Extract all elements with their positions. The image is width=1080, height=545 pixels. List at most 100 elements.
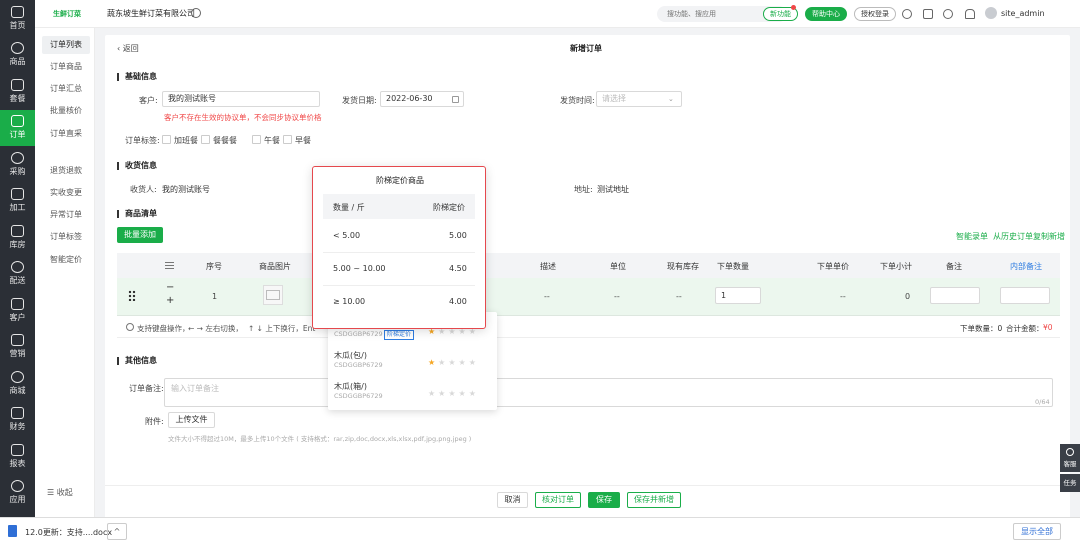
cart-icon xyxy=(11,151,24,164)
subnav-item[interactable]: 实收变更 xyxy=(42,184,90,202)
nav-item-finance[interactable]: 财务 xyxy=(0,402,35,438)
tier-divider xyxy=(323,285,475,286)
nav-item-apps[interactable]: 应用 xyxy=(0,475,35,511)
switch-company-icon[interactable] xyxy=(191,8,201,18)
calendar-icon[interactable] xyxy=(452,96,459,103)
tag-label: 午餐 xyxy=(264,136,280,145)
dropdown-product-code: CSDGGBP6729 xyxy=(334,330,383,338)
cancel-button[interactable]: 取消 xyxy=(497,492,528,508)
bag-icon xyxy=(11,42,24,54)
page-title: 新增订单 xyxy=(570,44,602,53)
back-button[interactable]: ‹ 返回 xyxy=(117,43,139,54)
subnav-item[interactable]: 订单商品 xyxy=(42,58,90,76)
compass-icon[interactable] xyxy=(943,9,953,19)
remove-row-icon[interactable]: − xyxy=(166,282,174,293)
subnav-item[interactable]: 订单汇总 xyxy=(42,80,90,98)
tag-checkbox[interactable] xyxy=(283,135,292,144)
address-value: 测试地址 xyxy=(597,185,629,194)
show-all-button[interactable]: 显示全部 xyxy=(1013,523,1061,540)
subnav-item[interactable]: 批量核价 xyxy=(42,102,90,120)
row-remark-input[interactable] xyxy=(930,287,980,304)
download-file-name[interactable]: 12.0更新：支持....docx xyxy=(25,527,112,538)
username[interactable]: site_admin xyxy=(1001,9,1045,18)
remark-counter: 0/64 xyxy=(1035,398,1050,406)
tag-checkbox[interactable] xyxy=(201,135,210,144)
help-center-button[interactable]: 帮助中心 xyxy=(805,7,847,21)
subnav-item[interactable]: 异常订单 xyxy=(42,206,90,224)
tag-checkbox[interactable] xyxy=(162,135,171,144)
row-qty-input[interactable]: 1 xyxy=(715,287,761,304)
copy-history-link[interactable]: 从历史订单复制新增 xyxy=(993,231,1065,242)
row-internal-remark-input[interactable] xyxy=(1000,287,1050,304)
attachment-label: 附件: xyxy=(145,417,164,426)
tag-label: 早餐 xyxy=(295,136,311,145)
subnav-item[interactable]: 订单列表 xyxy=(42,36,90,54)
customer-service-widget[interactable]: 客服 xyxy=(1060,444,1080,472)
collapse-nav-button[interactable]: ☰ 收起 xyxy=(39,484,87,502)
chevron-down-icon[interactable]: ⌄ xyxy=(668,95,674,103)
dropdown-product-name[interactable]: 木瓜(箱/) xyxy=(334,381,367,392)
report-icon xyxy=(11,443,24,456)
nav-item-process[interactable]: 加工 xyxy=(0,183,35,219)
dropdown-product-name[interactable]: 木瓜(包/) xyxy=(334,350,367,361)
smart-order-link[interactable]: 智能录单 xyxy=(956,231,988,242)
bell-icon[interactable] xyxy=(965,9,975,19)
nav-label: 配送 xyxy=(9,276,26,285)
table-row xyxy=(117,278,1060,316)
col-subtotal: 下单小计 xyxy=(880,262,912,271)
batch-add-button[interactable]: 批量添加 xyxy=(117,227,163,243)
col-qty: 下单数量 xyxy=(717,262,749,271)
row-seq: 1 xyxy=(212,292,218,301)
order-tags-label: 订单标签: xyxy=(125,136,160,145)
subnav-item[interactable]: 订单标签 xyxy=(42,228,90,246)
list-settings-icon[interactable] xyxy=(165,262,174,269)
save-and-new-button[interactable]: 保存并新增 xyxy=(627,492,681,508)
upload-file-button[interactable]: 上传文件 xyxy=(168,412,215,428)
company-name[interactable]: 蔬东坡生鲜订菜有限公司 xyxy=(107,8,195,19)
popover-col-qty: 数量 / 斤 xyxy=(333,203,365,212)
nav-item-home[interactable]: 首页 xyxy=(0,0,35,36)
search-input[interactable] xyxy=(657,6,757,22)
nav-item-report[interactable]: 报表 xyxy=(0,438,35,474)
save-button[interactable]: 保存 xyxy=(588,492,620,508)
nav-item-marketing[interactable]: 营销 xyxy=(0,329,35,365)
nav-label: 商品 xyxy=(9,57,26,66)
nav-item-delivery[interactable]: 配送 xyxy=(0,256,35,292)
tiered-price-popover: 阶梯定价商品 数量 / 斤 阶梯定价 < 5.00 5.00 5.00 ~ 10.0… xyxy=(312,166,486,329)
mall-icon xyxy=(11,370,24,383)
order-remark-textarea[interactable]: 输入订单备注 xyxy=(164,378,1053,407)
nav-item-package[interactable]: 套餐 xyxy=(0,73,35,109)
col-remark: 备注 xyxy=(946,262,962,271)
customer-input[interactable]: 我的测试账号 xyxy=(162,91,320,107)
row-unit: -- xyxy=(614,292,620,301)
subnav-item[interactable]: 订单直采 xyxy=(42,125,90,143)
auth-login-button[interactable]: 授权登录 xyxy=(854,7,896,21)
avatar[interactable] xyxy=(985,7,997,19)
add-row-icon[interactable]: + xyxy=(166,295,174,306)
tag-checkbox[interactable] xyxy=(252,135,261,144)
nav-item-mall[interactable]: 商城 xyxy=(0,365,35,401)
app-icon[interactable] xyxy=(923,9,933,19)
nav-item-bag[interactable]: 商品 xyxy=(0,37,35,73)
nav-item-cart[interactable]: 采购 xyxy=(0,146,35,182)
rating-stars: ★★★★★ xyxy=(428,358,479,367)
subnav-item[interactable]: 智能定价 xyxy=(42,251,90,269)
nav-item-customer[interactable]: 客户 xyxy=(0,292,35,328)
video-icon[interactable] xyxy=(902,9,912,19)
address-label: 地址: xyxy=(574,185,593,194)
chevron-up-icon[interactable]: ^ xyxy=(107,523,127,540)
drag-handle-icon[interactable] xyxy=(128,290,136,301)
nav-item-order[interactable]: 订单 xyxy=(0,109,35,146)
tier-divider xyxy=(323,252,475,253)
tiered-price-tag[interactable]: 阶梯定价 xyxy=(384,330,415,340)
task-widget[interactable]: 任务 xyxy=(1060,474,1080,492)
collapse-label: 收起 xyxy=(56,488,73,497)
col-internal-remark[interactable]: 内部备注 xyxy=(1010,261,1042,272)
receiver-label: 收货人: xyxy=(130,185,157,194)
keyboard-hint-2: ← → 左右切换， xyxy=(188,324,243,333)
subnav-item[interactable]: 退货退款 xyxy=(42,162,90,180)
process-icon xyxy=(11,188,24,200)
nav-item-warehouse[interactable]: 库房 xyxy=(0,219,35,255)
marketing-icon xyxy=(11,334,24,346)
check-order-button[interactable]: 核对订单 xyxy=(535,492,581,508)
